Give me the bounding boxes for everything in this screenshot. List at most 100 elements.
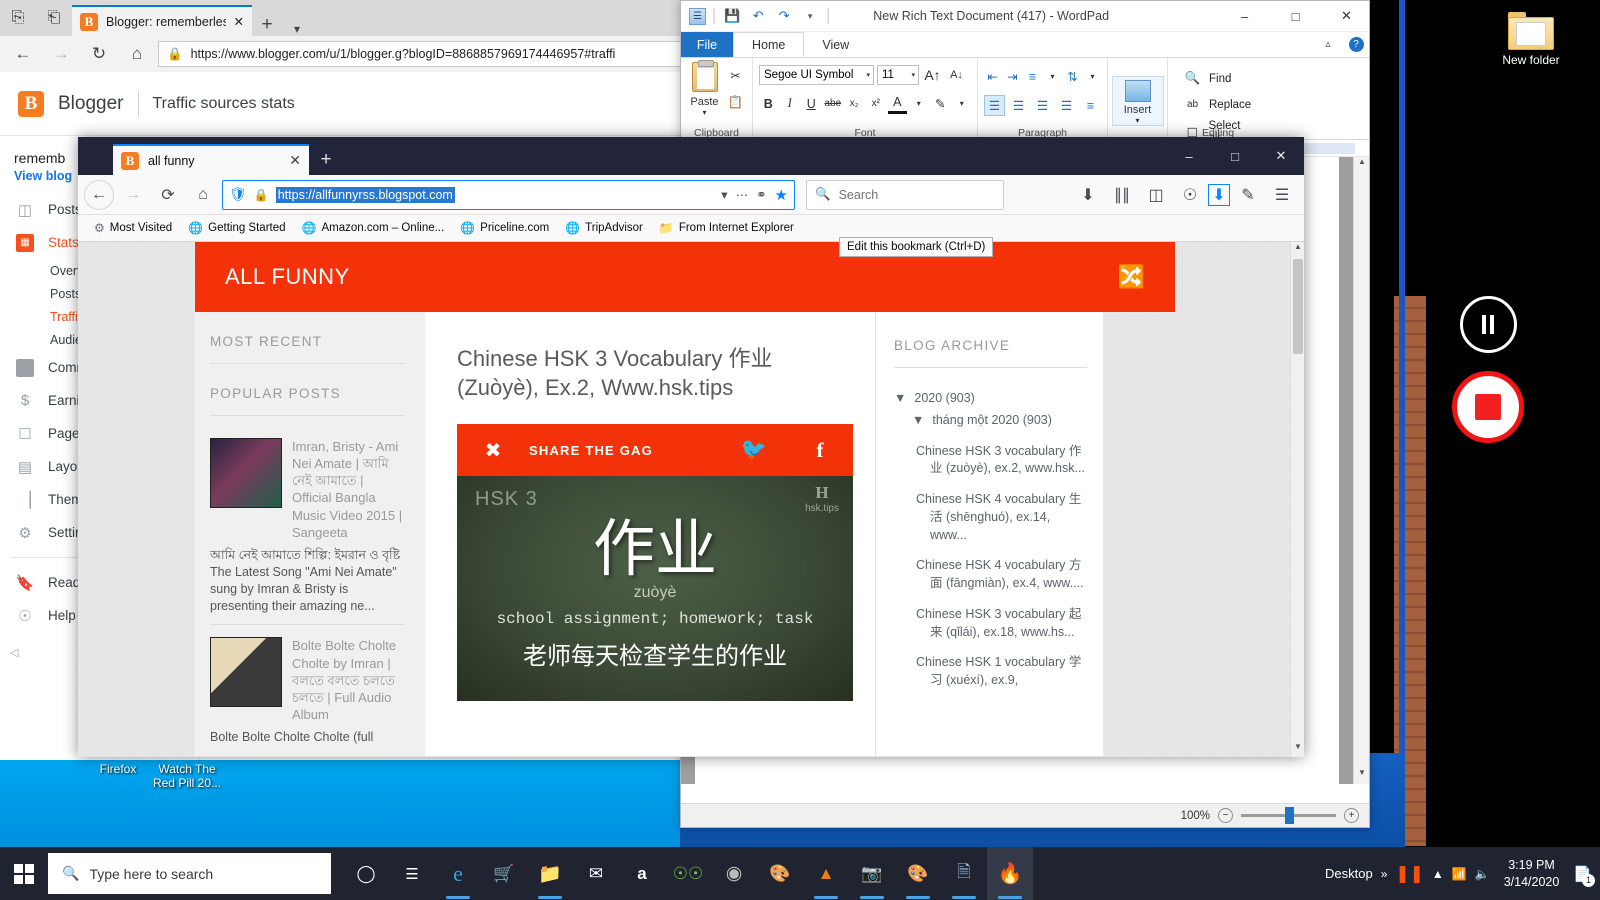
taskbar-wordpad-icon[interactable]: 🗎 bbox=[941, 847, 987, 900]
save-to-pocket-icon[interactable]: ⬇ bbox=[1208, 183, 1230, 206]
sidebar-icon[interactable]: ◫ bbox=[1140, 180, 1172, 210]
zoom-out-button[interactable]: − bbox=[1218, 808, 1233, 823]
chevron-down-icon[interactable]: ▾ bbox=[1044, 66, 1061, 87]
taskbar-edge-icon[interactable]: e bbox=[435, 847, 481, 900]
minimize-button[interactable]: – bbox=[1222, 1, 1267, 32]
blog-archive-tree[interactable]: ▼ 2020 (903) ▼ tháng một 2020 (903) Chin… bbox=[894, 390, 1087, 690]
chevron-down-icon[interactable]: ▾ bbox=[282, 22, 312, 36]
scissors-icon[interactable]: ✂ bbox=[725, 65, 746, 86]
post-thumbnail[interactable] bbox=[210, 438, 282, 508]
zoom-in-button[interactable]: + bbox=[1344, 808, 1359, 823]
screen-recorder-controls[interactable] bbox=[1452, 296, 1524, 443]
taskbar-tor-icon[interactable]: ◉ bbox=[711, 847, 757, 900]
blog-banner-title[interactable]: ALL FUNNY bbox=[225, 264, 350, 290]
archive-month-label[interactable]: tháng một 2020 (903) bbox=[932, 412, 1052, 430]
maximize-button[interactable]: □ bbox=[1212, 137, 1258, 175]
firefox-search-bar[interactable]: 🔍 Search bbox=[806, 179, 1004, 210]
archive-year[interactable]: ▼ 2020 (903) bbox=[894, 390, 1087, 408]
desktop-icon-firefox[interactable]: Firefox bbox=[88, 762, 148, 777]
back-arrow-icon[interactable]: ← bbox=[84, 179, 114, 210]
minimize-button[interactable]: – bbox=[1166, 137, 1212, 175]
home-icon[interactable]: ⌂ bbox=[187, 180, 219, 210]
edge-navigation-bar[interactable]: ← → ↻ ⌂ 🔒 https://www.blogger.com/u/1/bl… bbox=[0, 36, 700, 72]
tab-view[interactable]: View bbox=[804, 32, 867, 57]
archive-year-label[interactable]: 2020 (903) bbox=[914, 390, 974, 408]
wordpad-ribbon-tabs[interactable]: File Home View ▵ ? bbox=[681, 32, 1369, 58]
chevron-down-icon[interactable]: ▾ bbox=[910, 93, 929, 114]
taskbar-mail-icon[interactable]: ✉ bbox=[573, 847, 619, 900]
decrease-indent-icon[interactable]: ⇤ bbox=[984, 66, 1001, 87]
paragraph-settings-icon[interactable]: ≡ bbox=[1080, 95, 1101, 116]
taskbar-search-box[interactable]: 🔍 Type here to search bbox=[48, 853, 331, 894]
reload-icon[interactable]: ⟳ bbox=[152, 180, 184, 210]
archive-post-link[interactable]: Chinese HSK 4 vocabulary 生活 (shēnghuó), … bbox=[894, 491, 1087, 544]
help-icon[interactable]: ? bbox=[1343, 32, 1369, 57]
expand-icon[interactable]: ▼ bbox=[894, 390, 906, 408]
align-center-icon[interactable]: ☰ bbox=[1008, 95, 1029, 116]
chevron-up-icon[interactable]: ▲ bbox=[1432, 867, 1444, 881]
blog-post-image[interactable]: HSK 3 H hsk.tips 作业 zuòyè school assignm… bbox=[457, 476, 853, 702]
chevron-down-icon[interactable]: ▾ bbox=[866, 71, 873, 79]
firefox-browser-window[interactable]: B all funny ✕ + – □ ✕ ← → ⟳ ⌂ 🛡 🔒 https:… bbox=[78, 137, 1304, 757]
tray-overflow-chevron-icon[interactable]: » bbox=[1381, 867, 1388, 881]
edge-new-tab-button[interactable]: + bbox=[252, 14, 282, 36]
system-tray[interactable]: Desktop » ❚❚ ▲ 📶 🔈 3:19 PM 3/14/2020 📄 1 bbox=[1325, 857, 1600, 891]
tabs-you-set-aside-icon[interactable]: ⎗ bbox=[36, 0, 72, 36]
chevron-down-icon[interactable]: ▾ bbox=[1135, 116, 1139, 125]
refresh-icon[interactable]: ↻ bbox=[82, 39, 116, 69]
chevron-down-icon[interactable]: ▾ bbox=[1084, 66, 1101, 87]
shuffle-icon[interactable]: 🔀 bbox=[1118, 264, 1145, 290]
tab-file[interactable]: File bbox=[681, 32, 733, 57]
show-desktop-label[interactable]: Desktop bbox=[1325, 866, 1373, 881]
stop-button[interactable] bbox=[1452, 371, 1524, 443]
network-icon[interactable]: 📶 bbox=[1452, 867, 1467, 881]
page-scrollbar[interactable]: ▲ ▼ bbox=[1290, 242, 1304, 757]
strikethrough-button[interactable]: abe bbox=[824, 93, 843, 114]
superscript-button[interactable]: x² bbox=[867, 93, 886, 114]
desktop-icon-new-folder[interactable]: New folder bbox=[1488, 12, 1574, 68]
taskbar-colorwheel-icon[interactable]: 🎨 bbox=[757, 847, 803, 900]
star-icon[interactable]: ★ bbox=[775, 186, 788, 204]
pocket-icon[interactable]: ⚭ bbox=[756, 187, 766, 202]
scrollbar-thumb[interactable] bbox=[1293, 259, 1303, 354]
paste-button[interactable]: Paste ▾ bbox=[687, 60, 722, 117]
archive-post-link[interactable]: Chinese HSK 4 vocabulary 方面 (fāngmiàn), … bbox=[894, 557, 1087, 593]
line-spacing-icon[interactable]: ⇅ bbox=[1064, 66, 1081, 87]
post-thumbnail[interactable] bbox=[210, 637, 282, 708]
chevron-up-icon[interactable]: ▵ bbox=[1313, 32, 1343, 57]
blogger-brand[interactable]: Blogger bbox=[58, 93, 124, 115]
bookmark-most-visited[interactable]: ⚙ Most Visited bbox=[94, 221, 172, 235]
start-button[interactable] bbox=[0, 847, 48, 900]
taskbar-store-icon[interactable]: 🛒 bbox=[481, 847, 527, 900]
chevron-down-icon[interactable]: ▾ bbox=[953, 93, 972, 114]
taskbar-vlc-icon[interactable]: ▲ bbox=[803, 847, 849, 900]
taskbar-app-buttons[interactable]: ◯ ☰ e 🛒 📁 ✉ a ☉☉ ◉ 🎨 ▲ 📷 🎨 🗎 🔥 bbox=[343, 847, 1033, 900]
edge-address-bar[interactable]: 🔒 https://www.blogger.com/u/1/blogger.g?… bbox=[158, 41, 694, 67]
twitter-icon[interactable]: 🐦 bbox=[721, 438, 787, 462]
close-icon[interactable]: ✕ bbox=[289, 152, 301, 169]
taskbar-paint-icon[interactable]: 🎨 bbox=[895, 847, 941, 900]
bullets-icon[interactable]: ≡ bbox=[1024, 66, 1041, 87]
firefox-address-bar[interactable]: 🛡 🔒 https://allfunnyrss.blogspot.com ▾ ⋯… bbox=[222, 179, 795, 210]
bold-button[interactable]: B bbox=[759, 93, 778, 114]
bookmark-getting-started[interactable]: 🌐 Getting Started bbox=[188, 221, 285, 235]
library-icon[interactable]: ∥∥ bbox=[1106, 180, 1138, 210]
hamburger-menu-icon[interactable]: ☰ bbox=[1266, 180, 1298, 210]
back-circle-icon[interactable]: ✖ bbox=[457, 438, 529, 463]
pause-button[interactable] bbox=[1459, 296, 1517, 353]
highlight-icon[interactable]: ✎ bbox=[931, 93, 950, 114]
taskbar-camera-icon[interactable]: 📷 bbox=[849, 847, 895, 900]
close-button[interactable]: ✕ bbox=[1258, 137, 1304, 175]
windows-taskbar[interactable]: 🔍 Type here to search ◯ ☰ e 🛒 📁 ✉ a ☉☉ ◉… bbox=[0, 847, 1600, 900]
archive-post-link[interactable]: Chinese HSK 3 vocabulary 作业 (zuòyè), ex.… bbox=[894, 443, 1087, 479]
scroll-down-icon[interactable]: ▼ bbox=[1291, 742, 1304, 757]
bookmark-amazon[interactable]: 🌐 Amazon.com – Online... bbox=[302, 221, 445, 235]
chevron-down-icon[interactable]: ▾ bbox=[721, 187, 727, 202]
expand-icon[interactable]: ▼ bbox=[912, 412, 924, 430]
desktop-icon-watch-red-pill[interactable]: Watch The Red Pill 20... bbox=[148, 762, 226, 791]
grow-font-icon[interactable]: A↑ bbox=[922, 64, 943, 85]
subscript-button[interactable]: x₂ bbox=[845, 93, 864, 114]
align-left-icon[interactable]: ☰ bbox=[984, 95, 1005, 116]
notifications-button[interactable]: 📄 1 bbox=[1573, 865, 1595, 887]
firefox-window-controls[interactable]: – □ ✕ bbox=[1166, 137, 1304, 175]
